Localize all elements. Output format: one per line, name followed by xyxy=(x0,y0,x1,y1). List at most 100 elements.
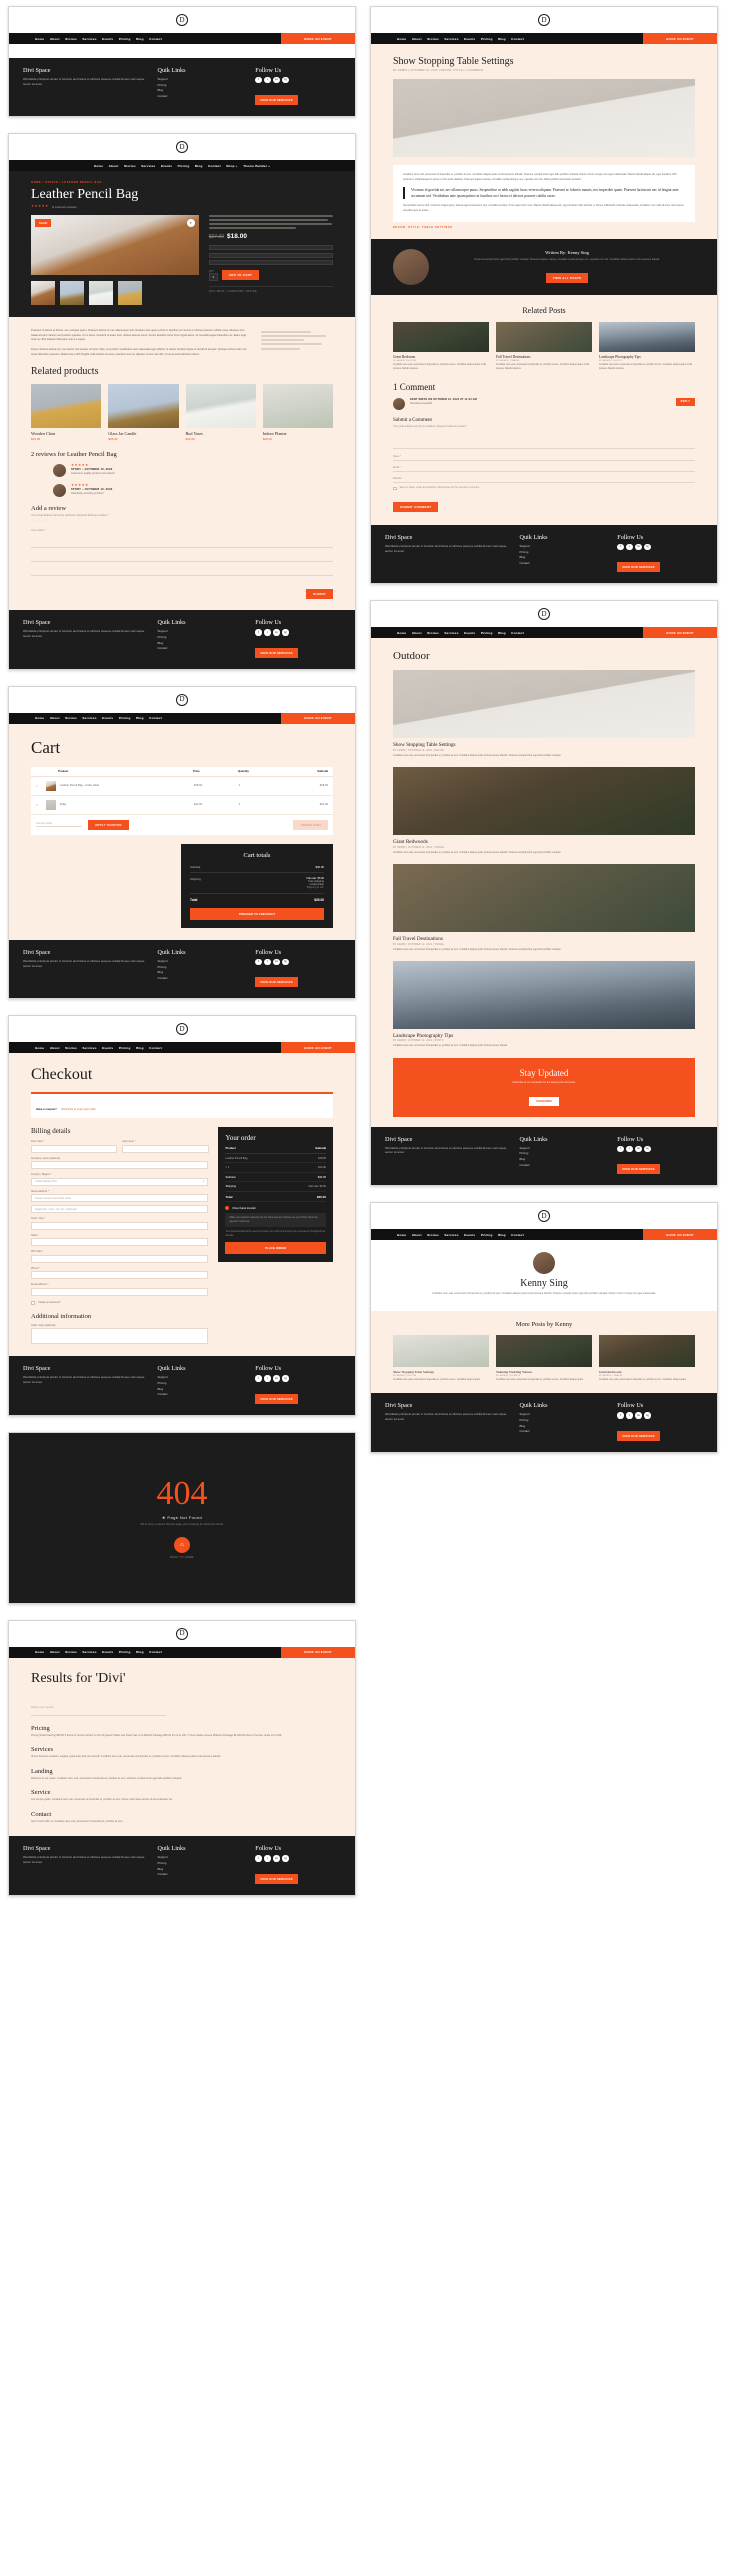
nav-item[interactable]: Events xyxy=(464,37,475,41)
main-nav[interactable]: Home About Stories Services Events Prici… xyxy=(371,33,717,44)
update-cart-button[interactable]: UPDATE CART xyxy=(293,819,328,830)
apartment-field[interactable]: Apartment, suite, unit, etc. (optional) xyxy=(31,1205,209,1214)
nav-item[interactable]: Services xyxy=(82,1046,96,1050)
payment-method-row[interactable]: Direct bank transfer xyxy=(225,1206,326,1211)
twitter-icon[interactable]: t xyxy=(264,1855,271,1862)
post-card-title[interactable]: Show Stopping Table Settings xyxy=(393,1370,489,1374)
facebook-icon[interactable]: f xyxy=(255,958,262,966)
page-thumb-404[interactable]: 404 ★ Page Not Found We're sorry, it see… xyxy=(8,1431,356,1604)
product-card[interactable]: Glass Jar Candle $25.00 xyxy=(108,383,179,441)
instagram-icon[interactable]: ig xyxy=(644,1145,651,1153)
footer-cta-button[interactable]: VIEW OUR SERVICES xyxy=(255,647,298,658)
post-card-title[interactable]: Landscape Photography Tips xyxy=(599,355,695,359)
facebook-icon[interactable]: f xyxy=(617,1145,624,1153)
linkedin-icon[interactable]: in xyxy=(273,1375,280,1382)
nav-item[interactable]: About xyxy=(412,1233,422,1237)
linkedin-icon[interactable]: in xyxy=(273,1855,280,1862)
nav-item[interactable]: Pricing xyxy=(481,1233,493,1237)
nav-item[interactable]: Stories xyxy=(65,37,77,41)
last-name-field[interactable] xyxy=(122,1144,209,1153)
nav-item[interactable]: About xyxy=(109,164,119,168)
nav-item[interactable]: Events xyxy=(464,1233,475,1237)
nav-item[interactable]: Stories xyxy=(65,716,77,720)
nav-item[interactable]: About xyxy=(50,37,60,41)
nav-item[interactable]: Pricing xyxy=(178,164,190,168)
nav-item[interactable]: Blog xyxy=(498,37,506,41)
social-links[interactable]: f t in ig xyxy=(255,958,341,966)
nav-item[interactable]: Blog xyxy=(195,164,203,168)
nav-item[interactable]: Home xyxy=(94,164,103,168)
nav-item[interactable]: Home xyxy=(35,1650,44,1654)
nav-item[interactable]: Pricing xyxy=(119,716,131,720)
page-thumb-author[interactable]: D Home About Stories Services Events Pri… xyxy=(370,1202,718,1453)
post-card[interactable]: Fall Travel Destinations BY ADMIN | TRAV… xyxy=(496,321,592,372)
chevron-down-icon[interactable]: ▾ xyxy=(203,1180,204,1183)
product-options[interactable] xyxy=(208,245,333,265)
social-links[interactable]: f t in ig xyxy=(255,1855,341,1862)
footer-cta-button[interactable]: VIEW OUR SERVICES xyxy=(255,1873,298,1884)
page-thumb-checkout[interactable]: D Home About Stories Services Events Pri… xyxy=(8,1015,356,1416)
post-list-item[interactable]: Giant Redwoods BY ADMIN | OCTOBER 12, 20… xyxy=(393,767,695,855)
comment-textarea[interactable] xyxy=(393,433,695,449)
product-card[interactable]: Indoor Planter $28.00 xyxy=(262,383,333,441)
product-thumb[interactable] xyxy=(89,280,113,305)
linkedin-icon[interactable]: in xyxy=(273,629,280,636)
instagram-icon[interactable]: ig xyxy=(282,629,289,636)
logo-icon[interactable]: D xyxy=(538,14,550,26)
back-to-home-button[interactable]: BACK TO HOME xyxy=(140,1556,223,1559)
product-thumb[interactable] xyxy=(31,280,55,305)
coupon-notice[interactable]: Have a coupon? Click here to enter your … xyxy=(31,1092,333,1119)
footer-link[interactable]: Contact xyxy=(158,646,244,652)
nav-item[interactable]: About xyxy=(412,631,422,635)
nav-item[interactable]: Home xyxy=(35,716,44,720)
nav-item[interactable]: Events xyxy=(102,716,113,720)
post-list-item[interactable]: Fall Travel Destinations BY ADMIN | OCTO… xyxy=(393,864,695,952)
home-icon[interactable]: ⌂ xyxy=(174,1536,190,1553)
result-heading[interactable]: Landing xyxy=(31,1768,333,1775)
post-title[interactable]: Landscape Photography Tips xyxy=(393,1033,695,1039)
product-thumb[interactable] xyxy=(118,280,142,305)
apply-coupon-button[interactable]: APPLY COUPON xyxy=(88,819,129,830)
instagram-icon[interactable]: ig xyxy=(644,1412,651,1419)
nav-item[interactable]: Contact xyxy=(149,37,162,41)
nav-item[interactable]: Events xyxy=(102,1046,113,1050)
submit-comment-button[interactable]: SUBMIT COMMENT xyxy=(393,501,439,513)
product-thumb[interactable] xyxy=(60,280,84,305)
main-nav[interactable]: Home About Stories Services Events Prici… xyxy=(9,1042,355,1054)
nav-item[interactable]: Blog xyxy=(136,716,144,720)
nav-item[interactable]: Services xyxy=(82,1650,96,1654)
company-field[interactable] xyxy=(31,1161,209,1170)
page-thumb-search[interactable]: D Home About Stories Services Events Pri… xyxy=(8,1619,356,1896)
qty-and-cart[interactable]: QTY 1 ADD TO CART xyxy=(208,270,333,281)
product-card[interactable]: Wooden Chair $45.00 xyxy=(31,383,102,441)
logo-icon[interactable]: D xyxy=(176,141,188,154)
logo-icon[interactable]: D xyxy=(176,14,188,26)
first-name-field[interactable] xyxy=(31,1144,118,1153)
nav-cta-button[interactable]: BOOK AN EVENT xyxy=(643,1229,717,1241)
social-links[interactable]: f t in ig xyxy=(617,1412,703,1419)
nav-item[interactable]: About xyxy=(412,37,422,41)
nav-item[interactable]: Services xyxy=(82,716,96,720)
result-heading[interactable]: Services xyxy=(31,1746,333,1753)
social-links[interactable]: f t in ig xyxy=(617,544,703,551)
search-result[interactable]: Services Venue Services Location, elegan… xyxy=(31,1746,333,1760)
place-order-button[interactable]: PLACE ORDER xyxy=(225,1242,326,1255)
footer-cta-button[interactable]: VIEW OUR SERVICES xyxy=(255,977,298,988)
facebook-icon[interactable]: f xyxy=(255,1855,262,1862)
email-field[interactable] xyxy=(31,1287,209,1296)
twitter-icon[interactable]: t xyxy=(626,1412,633,1419)
coupon-input[interactable]: Coupon code xyxy=(36,822,82,828)
nav-item[interactable]: Blog xyxy=(498,1233,506,1237)
nav-item[interactable]: Events xyxy=(102,1650,113,1654)
linkedin-icon[interactable]: in xyxy=(635,1412,642,1419)
logo-icon[interactable]: D xyxy=(538,1210,550,1223)
nav-item[interactable]: Stories xyxy=(427,631,439,635)
social-links[interactable]: f t in ig xyxy=(255,77,341,84)
nav-item[interactable]: Blog xyxy=(136,1046,144,1050)
nav-cta-button[interactable]: BOOK AN EVENT xyxy=(281,1646,355,1658)
nav-item[interactable]: Blog xyxy=(136,37,144,41)
country-select[interactable]: United States (US) ▾ xyxy=(31,1177,209,1186)
social-links[interactable]: f t in ig xyxy=(617,1145,703,1153)
zip-field[interactable] xyxy=(31,1254,209,1263)
nav-item[interactable]: Blog xyxy=(498,631,506,635)
